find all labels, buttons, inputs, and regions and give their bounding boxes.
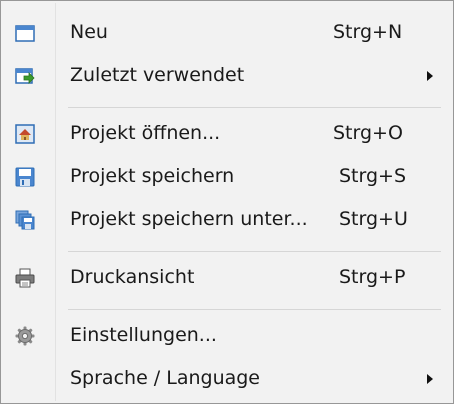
menu-item-shortcut: Strg+U [339,208,408,230]
menu-item-print-preview[interactable]: Druckansicht Strg+P [3,258,451,298]
open-project-icon [15,124,35,144]
menu-item-label: Sprache / Language [70,367,260,389]
menu-item-label: Zuletzt verwendet [70,64,245,86]
file-menu: Neu Strg+N Zuletzt verwendet Projekt öff… [0,0,454,404]
menu-item-recent[interactable]: Zuletzt verwendet [3,56,451,96]
menu-item-save-project-as[interactable]: Projekt speichern unter... Strg+U [3,200,451,240]
menu-item-label: Projekt öffnen... [70,122,221,144]
submenu-arrow-icon [427,374,433,384]
menu-separator [68,251,441,252]
gear-icon [15,326,35,346]
menu-item-label: Einstellungen... [70,324,217,346]
printer-icon [15,268,35,288]
menu-item-language[interactable]: Sprache / Language [3,359,451,399]
menu-item-shortcut: Strg+N [333,21,403,43]
menu-item-label: Projekt speichern unter... [70,208,308,230]
menu-item-label: Neu [70,21,108,43]
menu-item-shortcut: Strg+S [339,165,407,187]
menu-item-new[interactable]: Neu Strg+N [3,13,451,53]
menu-item-label: Druckansicht [70,266,195,288]
new-document-icon [15,23,35,43]
save-icon [15,167,35,187]
save-as-icon [15,210,35,230]
menu-item-shortcut: Strg+O [333,122,403,144]
menu-item-save-project[interactable]: Projekt speichern Strg+S [3,157,451,197]
submenu-arrow-icon [427,71,433,81]
menu-separator [68,107,441,108]
menu-item-settings[interactable]: Einstellungen... [3,316,451,356]
menu-item-label: Projekt speichern [70,165,235,187]
menu-item-shortcut: Strg+P [339,266,406,288]
recent-files-icon [15,66,35,86]
menu-item-open-project[interactable]: Projekt öffnen... Strg+O [3,114,451,154]
menu-separator [68,309,441,310]
